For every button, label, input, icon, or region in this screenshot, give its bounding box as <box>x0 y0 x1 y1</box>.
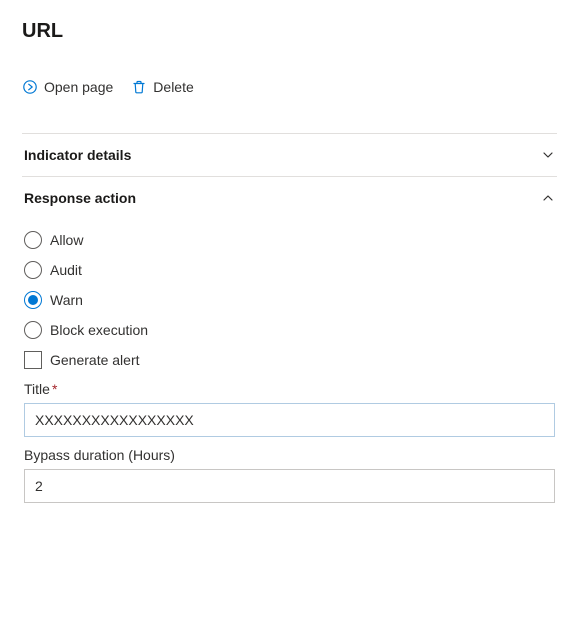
radio-audit[interactable]: Audit <box>24 261 555 279</box>
response-action-header[interactable]: Response action <box>22 177 557 219</box>
chevron-up-icon <box>541 191 555 205</box>
radio-icon <box>24 231 42 249</box>
response-action-body: Allow Audit Warn Block execution Generat… <box>22 219 557 511</box>
radio-icon <box>24 261 42 279</box>
indicator-details-title: Indicator details <box>24 147 131 163</box>
delete-button[interactable]: Delete <box>131 79 193 95</box>
title-label-text: Title <box>24 381 50 397</box>
radio-warn-label: Warn <box>50 292 83 308</box>
toolbar: Open page Delete <box>22 79 557 95</box>
required-indicator: * <box>52 381 57 397</box>
open-page-icon <box>22 79 38 95</box>
delete-icon <box>131 79 147 95</box>
radio-block-label: Block execution <box>50 322 148 338</box>
radio-allow-label: Allow <box>50 232 83 248</box>
title-label: Title* <box>24 381 555 397</box>
generate-alert-label: Generate alert <box>50 352 140 368</box>
radio-warn[interactable]: Warn <box>24 291 555 309</box>
radio-icon <box>24 321 42 339</box>
radio-audit-label: Audit <box>50 262 82 278</box>
page-title: URL <box>22 20 557 43</box>
bypass-duration-label: Bypass duration (Hours) <box>24 447 555 463</box>
bypass-duration-input[interactable] <box>24 469 555 503</box>
chevron-down-icon <box>541 148 555 162</box>
title-field: Title* <box>24 381 555 437</box>
checkbox-icon <box>24 351 42 369</box>
response-action-title: Response action <box>24 190 136 206</box>
radio-icon <box>24 291 42 309</box>
open-page-label: Open page <box>44 79 113 95</box>
generate-alert-checkbox[interactable]: Generate alert <box>24 351 555 369</box>
radio-block[interactable]: Block execution <box>24 321 555 339</box>
radio-allow[interactable]: Allow <box>24 231 555 249</box>
bypass-duration-field: Bypass duration (Hours) <box>24 447 555 503</box>
open-page-button[interactable]: Open page <box>22 79 113 95</box>
title-input[interactable] <box>24 403 555 437</box>
indicator-details-header[interactable]: Indicator details <box>22 134 557 176</box>
delete-label: Delete <box>153 79 193 95</box>
